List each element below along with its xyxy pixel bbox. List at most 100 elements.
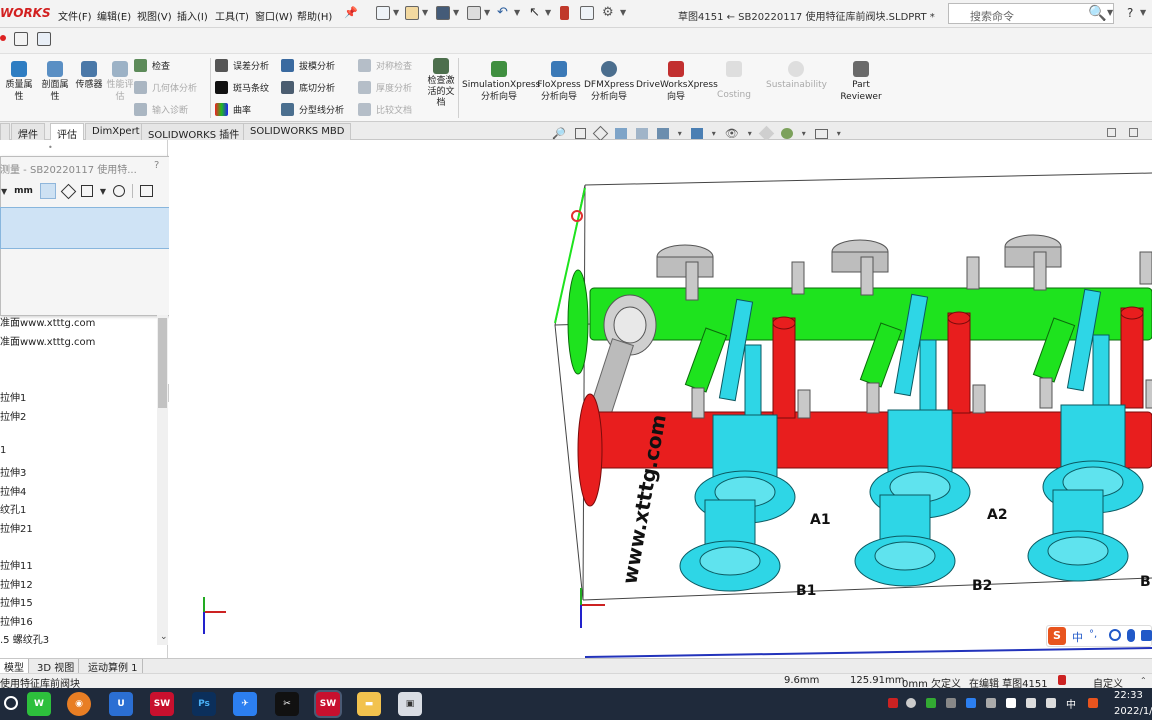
section-properties-button[interactable]: 剖面属性: [38, 61, 72, 103]
check-active-document-button[interactable]: 检查激活的文档: [424, 58, 458, 109]
tree-item[interactable]: 拉伸1: [0, 389, 26, 404]
ime-punctuation-icon[interactable]: °,: [1089, 629, 1097, 640]
traffic-light-icon[interactable]: [560, 6, 569, 20]
tree-item[interactable]: .5 螺纹孔3: [0, 631, 49, 646]
center-to-center-icon[interactable]: [39, 183, 56, 199]
volume-icon[interactable]: [1046, 698, 1056, 708]
tree-item[interactable]: 拉伸12: [0, 576, 33, 591]
panel-grip-icon[interactable]: •: [48, 143, 53, 152]
print-icon[interactable]: [467, 6, 481, 20]
chevron-down-icon[interactable]: ▼: [1107, 8, 1113, 17]
ime-keyboard-icon[interactable]: [1141, 630, 1152, 641]
chevron-up-icon[interactable]: ⌃: [1140, 676, 1147, 685]
tree-item[interactable]: 拉伸16: [0, 613, 33, 628]
search-taskbar-icon[interactable]: [4, 696, 18, 710]
hide-show-items-icon[interactable]: 👁: [725, 127, 739, 140]
sogou-tray-icon[interactable]: [1088, 698, 1098, 708]
feather-app-icon[interactable]: ✈: [233, 692, 257, 716]
solidworks-2016-icon[interactable]: SW: [150, 692, 174, 716]
tree-item[interactable]: 拉伸3: [0, 464, 26, 479]
ime-emoji-icon[interactable]: [1109, 629, 1121, 641]
tray-app-icon[interactable]: [906, 698, 916, 708]
browser-icon[interactable]: ◉: [67, 692, 91, 716]
solidworks-active-icon[interactable]: SW: [316, 692, 340, 716]
file-properties-icon[interactable]: [580, 6, 594, 20]
chevron-down-icon[interactable]: ▼: [422, 8, 428, 17]
tab-solidworks-addins[interactable]: SOLIDWORKS 插件: [141, 123, 247, 141]
restore-window-icon[interactable]: [1107, 128, 1116, 137]
zoom-to-fit-icon[interactable]: 🔎: [552, 127, 566, 140]
chevron-down-icon[interactable]: ▾: [712, 129, 716, 138]
chevron-down-icon[interactable]: ▼: [1140, 8, 1146, 17]
tree-item[interactable]: 拉伸11: [0, 557, 33, 572]
u-app-icon[interactable]: U: [109, 692, 133, 716]
select-cursor-icon[interactable]: ↖: [529, 5, 540, 20]
rebuild-icon[interactable]: [14, 32, 28, 46]
tray-nvidia-icon[interactable]: [926, 698, 936, 708]
performance-evaluation-button[interactable]: 性能评估: [106, 61, 134, 103]
view-settings-icon[interactable]: [814, 128, 828, 139]
tab-dimxpert[interactable]: DimXpert: [85, 123, 147, 140]
search-icon[interactable]: 🔍: [1088, 4, 1107, 22]
chevron-down-icon[interactable]: ▼: [453, 8, 459, 17]
clock-time[interactable]: 22:33: [1114, 690, 1143, 701]
help-icon[interactable]: ?: [1127, 6, 1133, 20]
tab-motion-study[interactable]: 运动算例 1: [84, 659, 143, 674]
tree-item[interactable]: 1: [0, 445, 6, 456]
tab-hidden[interactable]: [0, 123, 10, 140]
chevron-down-icon[interactable]: ▼: [100, 187, 106, 196]
new-document-icon[interactable]: [376, 6, 390, 20]
photoshop-icon[interactable]: Ps: [192, 692, 216, 716]
options-icon[interactable]: [37, 32, 51, 46]
chevron-down-icon[interactable]: ▼: [545, 8, 551, 17]
check-button[interactable]: 检查: [134, 59, 170, 72]
chevron-down-icon[interactable]: ▼: [620, 8, 626, 17]
tree-item[interactable]: 拉伸15: [0, 594, 33, 609]
chevron-down-icon[interactable]: ▼: [1, 187, 7, 196]
simulationxpress-button[interactable]: SimulationXpress 分析向导: [462, 61, 540, 103]
rebuild-status-icon[interactable]: [1058, 675, 1066, 685]
maximize-window-icon[interactable]: [1129, 128, 1138, 137]
curvature-button[interactable]: 曲率: [215, 103, 251, 116]
projection-icon[interactable]: [113, 185, 126, 197]
point-to-point-icon[interactable]: [60, 183, 77, 199]
screenshot-app-icon[interactable]: ▣: [398, 692, 422, 716]
undercut-analysis-button[interactable]: 底切分析: [281, 81, 335, 94]
import-diagnostics-button[interactable]: 输入诊断: [134, 103, 188, 116]
graphics-area[interactable]: www.xtttg.com A1 A2 B1 B2 B: [169, 140, 1152, 658]
file-explorer-icon[interactable]: ▬: [357, 692, 381, 716]
floxpress-button[interactable]: FloXpress 分析向导: [536, 61, 582, 103]
tree-item[interactable]: 拉伸2: [0, 408, 26, 423]
mass-properties-button[interactable]: 质量属性: [2, 61, 36, 103]
previous-view-icon[interactable]: [592, 125, 608, 142]
undo-icon[interactable]: ↶: [497, 5, 508, 20]
measure-help-button[interactable]: ?: [154, 160, 159, 171]
xyz-measure-icon[interactable]: [80, 185, 93, 197]
tray-app-icon[interactable]: [986, 698, 996, 708]
options-gear-icon[interactable]: ⚙: [602, 5, 614, 20]
bluetooth-icon[interactable]: [966, 698, 976, 708]
tab-evaluate[interactable]: 评估: [50, 123, 84, 141]
menu-file[interactable]: 文件(F): [58, 8, 92, 23]
menu-window[interactable]: 窗口(W): [255, 8, 293, 23]
zebra-stripes-button[interactable]: 斑马条纹: [215, 81, 269, 94]
parting-line-analysis-button[interactable]: 分型线分析: [281, 103, 344, 116]
menu-view[interactable]: 视图(V): [137, 8, 172, 23]
input-language-indicator[interactable]: 中: [1066, 696, 1076, 711]
wechat-icon[interactable]: W: [27, 692, 51, 716]
tree-item[interactable]: 拉伸4: [0, 483, 26, 498]
section-view-icon[interactable]: [614, 128, 627, 139]
save-icon[interactable]: [436, 6, 450, 20]
battery-icon[interactable]: [1006, 698, 1016, 708]
menu-insert[interactable]: 插入(I): [177, 8, 208, 23]
capcut-icon[interactable]: ✂: [275, 692, 299, 716]
part-reviewer-button[interactable]: Part Reviewer: [840, 61, 882, 103]
menu-edit[interactable]: 编辑(E): [97, 8, 131, 23]
edit-appearance-icon[interactable]: [758, 125, 774, 142]
zoom-to-area-icon[interactable]: [574, 128, 586, 139]
chevron-down-icon[interactable]: ▾: [837, 129, 841, 138]
tree-scrollbar-thumb[interactable]: [158, 318, 167, 408]
tree-item[interactable]: 准面www.xtttg.com: [0, 314, 95, 329]
sustainability-button[interactable]: Sustainability: [766, 61, 827, 91]
deviation-analysis-button[interactable]: 误差分析: [215, 59, 269, 72]
